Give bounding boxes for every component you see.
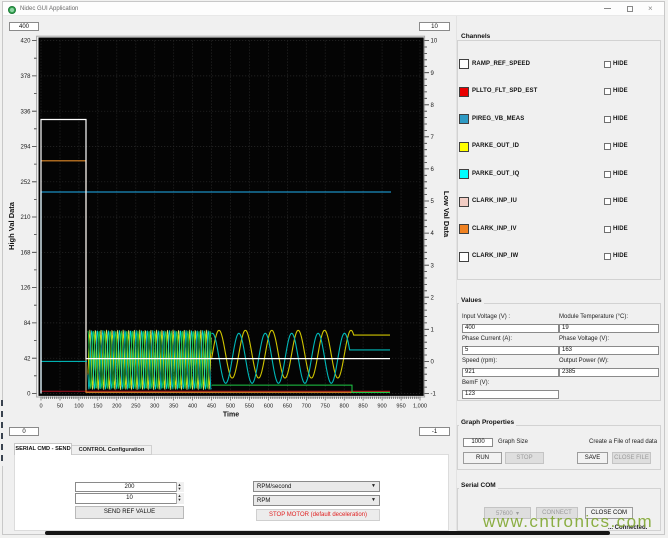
svg-text:6: 6 [431, 167, 435, 173]
svg-text:300: 300 [150, 404, 159, 410]
svg-text:210: 210 [20, 215, 31, 221]
svg-text:168: 168 [20, 250, 31, 256]
svg-text:7: 7 [431, 135, 435, 141]
svg-text:600: 600 [264, 404, 273, 410]
svg-text:450: 450 [207, 404, 216, 410]
svg-text:2: 2 [431, 295, 435, 301]
svg-text:420: 420 [20, 39, 31, 45]
svg-text:5: 5 [431, 199, 435, 205]
svg-text:950: 950 [396, 404, 405, 410]
svg-text:8: 8 [431, 103, 435, 109]
svg-text:700: 700 [302, 404, 311, 410]
svg-text:400: 400 [188, 404, 197, 410]
svg-text:500: 500 [226, 404, 235, 410]
svg-text:378: 378 [20, 74, 31, 80]
svg-text:0: 0 [27, 392, 31, 398]
svg-text:750: 750 [321, 404, 330, 410]
svg-text:252: 252 [20, 180, 31, 186]
svg-text:0: 0 [431, 360, 435, 366]
svg-text:200: 200 [112, 404, 121, 410]
svg-text:294: 294 [20, 145, 31, 151]
svg-text:550: 550 [245, 404, 254, 410]
svg-text:350: 350 [169, 404, 178, 410]
svg-text:Time: Time [223, 412, 239, 419]
svg-text:1: 1 [431, 327, 435, 333]
svg-text:9: 9 [431, 71, 435, 77]
svg-text:800: 800 [340, 404, 349, 410]
svg-text:High Val Data: High Val Data [7, 201, 16, 250]
svg-text:250: 250 [131, 404, 140, 410]
svg-text:50: 50 [57, 404, 63, 410]
svg-text:0: 0 [39, 404, 42, 410]
svg-text:84: 84 [24, 321, 31, 327]
svg-text:100: 100 [74, 404, 83, 410]
svg-text:336: 336 [20, 109, 31, 115]
svg-text:850: 850 [358, 404, 367, 410]
svg-text:650: 650 [283, 404, 292, 410]
svg-text:900: 900 [377, 404, 386, 410]
svg-text:4: 4 [431, 231, 435, 237]
svg-text:-1: -1 [431, 392, 437, 398]
svg-text:150: 150 [93, 404, 102, 410]
svg-text:Low Val Data: Low Val Data [442, 191, 451, 238]
svg-text:126: 126 [20, 286, 31, 292]
svg-text:10: 10 [431, 39, 438, 45]
svg-text:1,000: 1,000 [413, 404, 427, 410]
svg-text:3: 3 [431, 263, 435, 269]
svg-text:42: 42 [24, 356, 31, 362]
